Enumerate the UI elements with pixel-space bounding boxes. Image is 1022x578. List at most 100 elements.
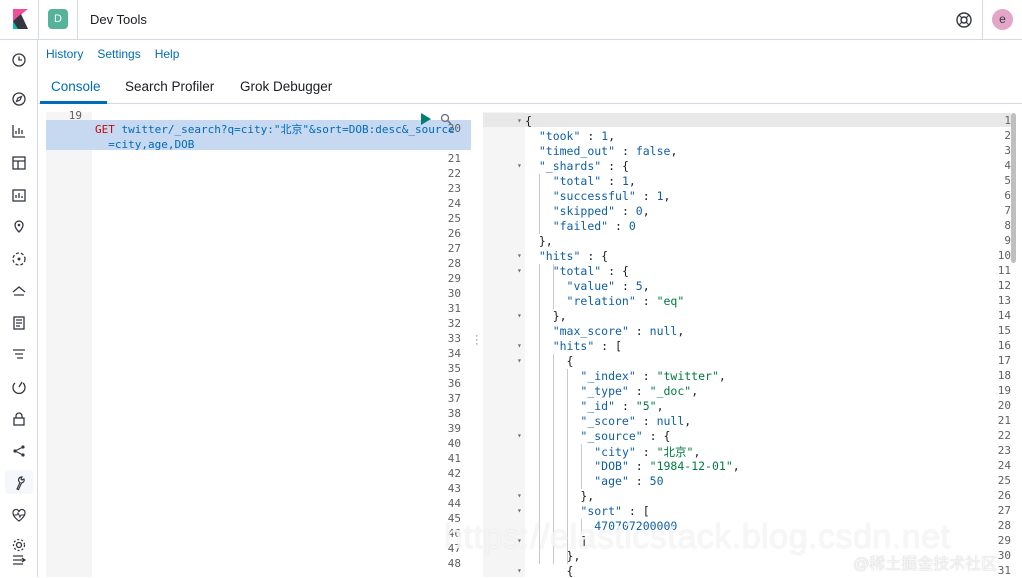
line-number: 23 [447, 182, 461, 195]
line-number: 28 [447, 257, 461, 270]
divider [38, 0, 39, 40]
side-nav [0, 40, 38, 577]
divider [982, 0, 983, 40]
canvas-icon[interactable] [11, 187, 27, 203]
response-line: { [525, 354, 574, 368]
fold-toggle-icon[interactable]: ▾ [517, 116, 522, 125]
breadcrumb: Dev Tools [90, 12, 147, 27]
help-menu-icon[interactable] [955, 11, 973, 29]
response-line: "age" : 50 [594, 474, 664, 488]
lock-icon[interactable] [11, 411, 27, 427]
fold-toggle-icon[interactable]: ▾ [517, 431, 522, 440]
response-scrollbar[interactable] [1011, 113, 1016, 263]
compass-icon[interactable] [11, 91, 27, 107]
fold-toggle-icon[interactable]: ▾ [517, 566, 522, 575]
kibana-logo-icon[interactable] [10, 9, 30, 29]
line-number: 44 [447, 497, 461, 510]
indent-guide [553, 264, 554, 309]
fold-toggle-icon[interactable]: ▾ [517, 161, 522, 170]
line-number: 25 [447, 212, 461, 225]
line-number: 3 [1004, 144, 1011, 157]
tab-grok-debugger[interactable]: Grok Debugger [240, 79, 332, 94]
line-number: 41 [447, 452, 461, 465]
map-icon[interactable] [11, 219, 27, 235]
logs-icon[interactable] [11, 315, 27, 331]
collapse-icon[interactable] [11, 552, 27, 568]
request-gutter: 19 [46, 109, 92, 577]
play-icon[interactable] [420, 113, 432, 125]
line-number: 12 [997, 279, 1011, 292]
line-number: 39 [447, 422, 461, 435]
divider [77, 0, 78, 40]
line-number: 25 [997, 474, 1011, 487]
line-number: 9 [1004, 234, 1011, 247]
fold-toggle-icon[interactable]: ▾ [517, 311, 522, 320]
line-number: 36 [447, 377, 461, 390]
line-number: 22 [997, 429, 1011, 442]
line-number: 27 [997, 504, 1011, 517]
graph-icon[interactable] [11, 443, 27, 459]
uptime-icon[interactable] [11, 379, 27, 395]
chart-icon[interactable] [11, 123, 27, 139]
line-number: 23 [997, 444, 1011, 457]
line-number: 38 [447, 407, 461, 420]
history-link[interactable]: History [46, 47, 83, 61]
line-number: 15 [997, 324, 1011, 337]
line-number: 5 [1004, 174, 1011, 187]
tab-search-profiler[interactable]: Search Profiler [125, 79, 214, 94]
response-line: "took" : 1, [538, 129, 616, 143]
line-number: 7 [1004, 204, 1011, 217]
line-number: 33 [447, 332, 461, 345]
apm-icon[interactable] [11, 347, 27, 363]
tab-bar: Console Search Profiler Grok Debugger [38, 70, 1022, 104]
line-number: 6 [1004, 189, 1011, 202]
fold-toggle-icon[interactable]: ▾ [517, 266, 522, 275]
response-line: "_shards" : { [538, 159, 629, 173]
clock-icon[interactable] [11, 52, 27, 68]
ml-icon[interactable] [11, 251, 27, 267]
response-line: "value" : 5, [566, 279, 650, 293]
fold-toggle-icon[interactable]: ▾ [517, 251, 522, 260]
request-editor[interactable]: 19 20 GET twitter/_search?q=city:"北京"&so… [46, 109, 471, 577]
line-number: 11 [997, 264, 1011, 277]
response-line: "DOB" : "1984-12-01", [594, 459, 740, 473]
settings-link[interactable]: Settings [97, 47, 140, 61]
response-line: }, [525, 309, 567, 323]
dashboard-icon[interactable] [11, 155, 27, 171]
line-number: 13 [997, 294, 1011, 307]
fold-toggle-icon[interactable]: ▾ [517, 356, 522, 365]
devtools-menu: History Settings Help [46, 47, 193, 61]
line-number: 4 [1004, 159, 1011, 172]
line-number: 10 [997, 249, 1011, 262]
response-editor[interactable]: 1 ▾{2 "took" : 1, 3 "timed_out" : false, 4 ▾… [483, 112, 1022, 578]
response-line: "successful" : 1, [552, 189, 671, 203]
help-link[interactable]: Help [155, 47, 180, 61]
user-avatar[interactable]: e [992, 9, 1013, 30]
fold-toggle-icon[interactable]: ▾ [517, 506, 522, 515]
line-number: 30 [447, 287, 461, 300]
response-line: "max_score" : null, [552, 324, 685, 338]
response-line: "relation" : "eq" [566, 294, 685, 308]
indent-guide [581, 444, 582, 489]
response-line: "skipped" : 0, [552, 204, 650, 218]
fold-toggle-icon[interactable]: ▾ [517, 341, 522, 350]
devtools-icon[interactable] [11, 475, 27, 491]
heartbeat-icon[interactable] [11, 507, 27, 523]
request-url-continued: =city,age,DOB [95, 138, 195, 151]
wrench-icon[interactable] [440, 113, 452, 125]
stack-icon[interactable] [11, 283, 27, 299]
line-number: 32 [447, 317, 461, 330]
response-line: "timed_out" : false, [538, 144, 678, 158]
watermark-sub: @稀土掘金技术社区 [853, 556, 998, 573]
response-line: { [525, 564, 574, 578]
response-line: "_score" : null, [580, 414, 692, 428]
response-line: "hits" : { [538, 249, 609, 263]
line-number: 1 [1004, 114, 1011, 127]
space-selector-button[interactable]: D [48, 9, 68, 29]
fold-toggle-icon[interactable]: ▾ [517, 491, 522, 500]
gear-icon[interactable] [11, 537, 27, 553]
request-text[interactable]: GET twitter/_search?q=city:"北京"&sort=DOB… [95, 122, 455, 152]
tab-console[interactable]: Console [51, 79, 101, 94]
pane-resizer[interactable]: · · · [471, 112, 483, 577]
line-number: 20 [997, 399, 1011, 412]
